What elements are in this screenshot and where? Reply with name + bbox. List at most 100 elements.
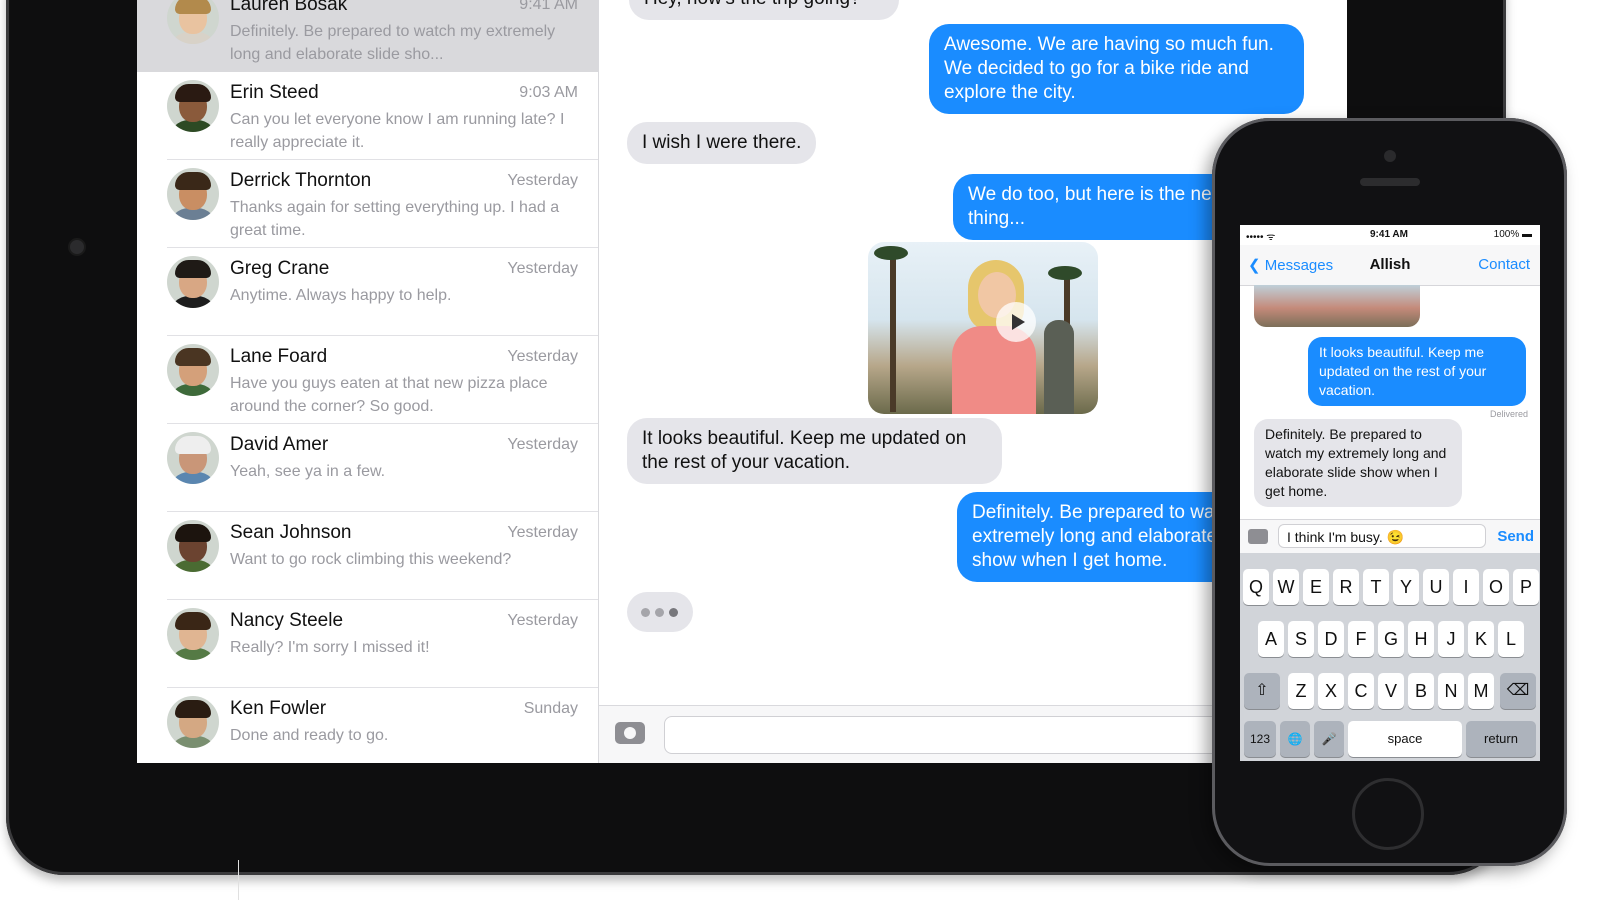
shift-key[interactable]: ⇧	[1244, 673, 1280, 709]
microphone-key[interactable]: 🎤	[1314, 721, 1344, 757]
conversation-row[interactable]: Lauren Bosak 9:41 AM Definitely. Be prepar…	[137, 0, 598, 72]
contact-name: Derrick Thornton	[230, 170, 372, 191]
key-c[interactable]: C	[1348, 673, 1374, 709]
phone-composer: I think I'm busy. 😉 Send	[1240, 519, 1540, 554]
key-p[interactable]: P	[1513, 569, 1539, 605]
nav-bar: ❮ Messages Allish Contact	[1240, 245, 1540, 286]
key-b[interactable]: B	[1408, 673, 1434, 709]
conversation-row[interactable]: Erin Steed 9:03 AM Can you let everyone kn…	[137, 70, 598, 160]
contact-name: Ken Fowler	[230, 698, 327, 719]
avatar	[167, 256, 219, 308]
contact-name: Lauren Bosak	[230, 0, 348, 15]
message-time: Yesterday	[507, 172, 578, 189]
key-k[interactable]: K	[1468, 621, 1494, 657]
avatar	[167, 432, 219, 484]
contact-name: Sean Johnson	[230, 522, 352, 543]
key-d[interactable]: D	[1318, 621, 1344, 657]
signal-icon: ••••• ᯤ	[1246, 232, 1276, 243]
conversation-row[interactable]: Derrick Thornton Yesterday Thanks again fo…	[137, 158, 598, 248]
ipad-camera	[68, 238, 86, 256]
phone-message-input[interactable]: I think I'm busy. 😉	[1278, 524, 1486, 548]
key-u[interactable]: U	[1423, 569, 1449, 605]
conversation-row[interactable]: Greg Crane Yesterday Anytime. Always happy…	[137, 246, 598, 336]
conversation-row[interactable]: Ken Fowler Sunday Done and ready to go.	[137, 686, 598, 763]
key-v[interactable]: V	[1378, 673, 1404, 709]
message-time: Yesterday	[507, 612, 578, 629]
iphone-screen: ••••• ᯤ 9:41 AM 100% ▬ ❮ Messages Allish…	[1240, 225, 1540, 761]
conversation-row[interactable]: David Amer Yesterday Yeah, see ya in a few…	[137, 422, 598, 512]
status-time: 9:41 AM	[1370, 229, 1408, 240]
key-n[interactable]: N	[1438, 673, 1464, 709]
avatar	[167, 0, 219, 44]
phone-bubble-incoming: Definitely. Be prepared to watch my extr…	[1254, 419, 1462, 507]
message-input[interactable]	[664, 716, 1296, 754]
send-button[interactable]: Send	[1497, 528, 1534, 545]
key-j[interactable]: J	[1438, 621, 1464, 657]
conversation-row[interactable]: Nancy Steele Yesterday Really? I'm sorry I…	[137, 598, 598, 688]
conversation-list: Lauren Bosak 9:41 AM Definitely. Be prepar…	[137, 0, 599, 763]
message-preview: Have you guys eaten at that new pizza pl…	[230, 375, 548, 415]
battery-icon: 100% ▬	[1493, 229, 1532, 240]
message-preview: Want to go rock climbing this weekend?	[230, 551, 512, 568]
avatar	[167, 344, 219, 396]
key-i[interactable]: I	[1453, 569, 1479, 605]
camera-icon[interactable]	[615, 722, 645, 744]
iphone-speaker	[1360, 178, 1420, 186]
message-preview: Yeah, see ya in a few.	[230, 463, 386, 480]
message-preview: Done and ready to go.	[230, 727, 389, 744]
key-m[interactable]: M	[1468, 673, 1494, 709]
key-s[interactable]: S	[1288, 621, 1314, 657]
message-preview: Thanks again for setting everything up. …	[230, 199, 560, 239]
avatar	[167, 520, 219, 572]
camera-icon[interactable]	[1248, 529, 1268, 544]
contact-name: Erin Steed	[230, 82, 319, 103]
play-icon[interactable]	[996, 302, 1036, 342]
contact-button[interactable]: Contact	[1478, 256, 1530, 273]
ipad-screen: Lauren Bosak 9:41 AM Definitely. Be prepar…	[137, 0, 1347, 763]
contact-name: David Amer	[230, 434, 329, 455]
key-q[interactable]: Q	[1243, 569, 1269, 605]
key-a[interactable]: A	[1258, 621, 1284, 657]
message-preview: Definitely. Be prepared to watch my extr…	[230, 23, 556, 63]
message-time: Yesterday	[507, 260, 578, 277]
iphone-camera	[1384, 150, 1396, 162]
key-z[interactable]: Z	[1288, 673, 1314, 709]
message-bubble-incoming: I wish I were there.	[627, 122, 817, 164]
divider	[238, 860, 239, 900]
message-time: Yesterday	[507, 524, 578, 541]
key-f[interactable]: F	[1348, 621, 1374, 657]
key-l[interactable]: L	[1498, 621, 1524, 657]
key-w[interactable]: W	[1273, 569, 1299, 605]
key-x[interactable]: X	[1318, 673, 1344, 709]
message-preview: Really? I'm sorry I missed it!	[230, 639, 430, 656]
message-time: 9:03 AM	[519, 84, 578, 101]
key-o[interactable]: O	[1483, 569, 1509, 605]
delete-key[interactable]: ⌫	[1500, 673, 1536, 709]
delivered-label: Delivered	[1489, 409, 1528, 419]
contact-name: Greg Crane	[230, 258, 330, 279]
message-preview: Can you let everyone know I am running l…	[230, 111, 565, 151]
typing-indicator	[627, 592, 693, 632]
status-bar: ••••• ᯤ 9:41 AM 100% ▬	[1240, 225, 1540, 245]
avatar	[167, 608, 219, 660]
avatar	[167, 80, 219, 132]
return-key[interactable]: return	[1466, 721, 1536, 757]
avatar	[167, 168, 219, 220]
photo-thumbnail[interactable]	[1254, 285, 1420, 327]
video-attachment[interactable]	[868, 242, 1098, 414]
key-t[interactable]: T	[1363, 569, 1389, 605]
home-button[interactable]	[1352, 778, 1424, 850]
key-r[interactable]: R	[1333, 569, 1359, 605]
message-time: Yesterday	[507, 436, 578, 453]
space-key[interactable]: space	[1348, 721, 1462, 757]
key-y[interactable]: Y	[1393, 569, 1419, 605]
key-h[interactable]: H	[1408, 621, 1434, 657]
key-e[interactable]: E	[1303, 569, 1329, 605]
conversation-row[interactable]: Sean Johnson Yesterday Want to go rock cli…	[137, 510, 598, 600]
phone-bubble-outgoing: It looks beautiful. Keep me updated on t…	[1308, 337, 1526, 406]
conversation-row[interactable]: Lane Foard Yesterday Have you guys eaten a…	[137, 334, 598, 424]
key-g[interactable]: G	[1378, 621, 1404, 657]
message-time: Sunday	[523, 700, 578, 717]
numbers-key[interactable]: 123	[1244, 721, 1276, 757]
globe-key[interactable]: 🌐	[1280, 721, 1310, 757]
